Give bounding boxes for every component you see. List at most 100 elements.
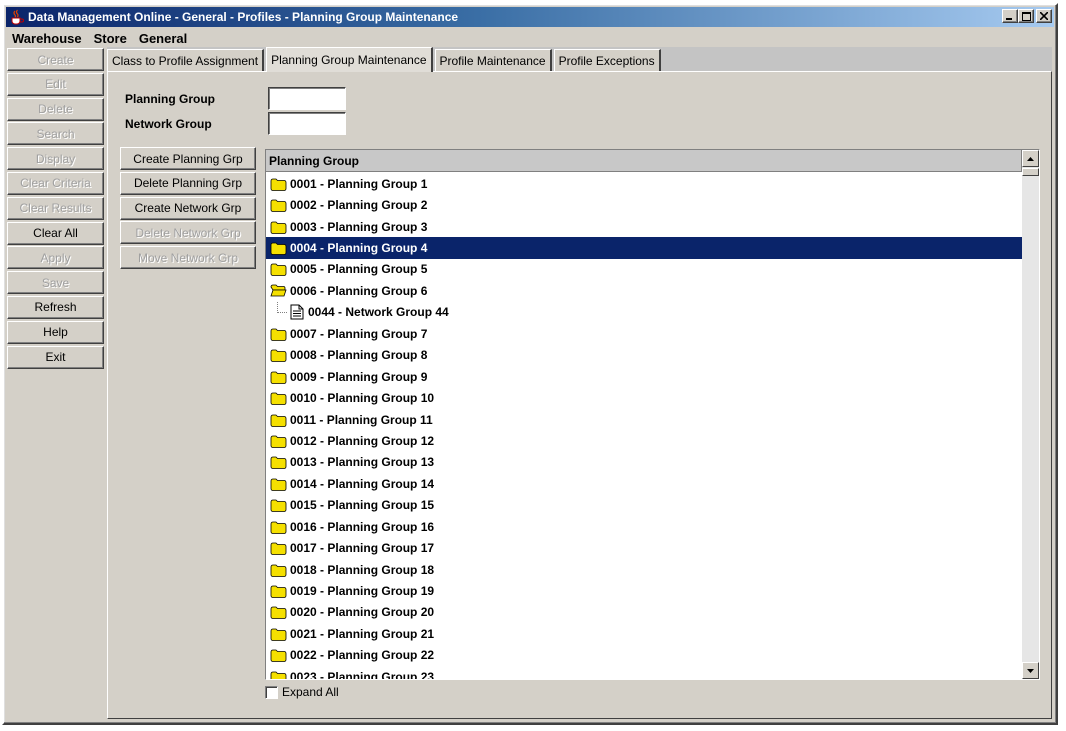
tree-item-planning-group[interactable]: 0023 - Planning Group 23 xyxy=(266,666,1022,679)
tree-item-planning-group[interactable]: 0018 - Planning Group 18 xyxy=(266,559,1022,580)
menu-store[interactable]: Store xyxy=(88,31,133,46)
window-title: Data Management Online - General - Profi… xyxy=(28,10,459,24)
folder-icon xyxy=(270,264,287,277)
tab-class-to-profile-assignment[interactable]: Class to Profile Assignment xyxy=(107,49,265,72)
tree-item-label: 0002 - Planning Group 2 xyxy=(290,198,428,213)
expand-all-checkbox[interactable] xyxy=(265,685,278,699)
tree-item-label: 0018 - Planning Group 18 xyxy=(290,562,435,577)
folder-icon xyxy=(270,499,287,513)
maximize-icon xyxy=(1021,11,1031,21)
folder-icon xyxy=(270,478,287,491)
tree-item-planning-group[interactable]: 0005 - Planning Group 5 xyxy=(266,259,1022,280)
apply-button[interactable]: Apply xyxy=(7,246,104,270)
tree-item-planning-group[interactable]: 0014 - Planning Group 14 xyxy=(266,473,1022,494)
tree-item-planning-group[interactable]: 0006 - Planning Group 6 xyxy=(266,280,1022,301)
create-planning-grp-button[interactable]: Create Planning Grp xyxy=(120,147,256,170)
folder-icon xyxy=(270,392,287,405)
tab-planning-group-maintenance[interactable]: Planning Group Maintenance xyxy=(266,47,433,72)
vertical-scrollbar[interactable] xyxy=(1022,150,1039,679)
folder-icon xyxy=(270,607,287,620)
menu-bar: Warehouse Store General xyxy=(6,28,1054,48)
tree-item-planning-group[interactable]: 0002 - Planning Group 2 xyxy=(266,194,1022,215)
clear-all-button[interactable]: Clear All xyxy=(7,221,104,245)
create-button[interactable]: Create xyxy=(7,48,104,71)
tree-item-label: 0006 - Planning Group 6 xyxy=(290,283,428,298)
folder-icon xyxy=(270,671,287,679)
tree-item-planning-group[interactable]: 0001 - Planning Group 1 xyxy=(266,173,1022,194)
tree-item-planning-group[interactable]: 0004 - Planning Group 4 xyxy=(266,237,1022,259)
tree-item-label: 0019 - Planning Group 19 xyxy=(290,584,435,599)
tree-item-planning-group[interactable]: 0020 - Planning Group 20 xyxy=(266,602,1022,623)
move-network-grp-button[interactable]: Move Network Grp xyxy=(120,246,256,270)
tab-profile-maintenance[interactable]: Profile Maintenance xyxy=(434,49,552,72)
folder-icon xyxy=(270,371,287,384)
arrow-up-icon xyxy=(1027,156,1034,161)
planning-group-input[interactable] xyxy=(268,87,346,110)
tree-header[interactable]: Planning Group xyxy=(266,150,1022,172)
tree-item-planning-group[interactable]: 0009 - Planning Group 9 xyxy=(266,366,1022,387)
tree-item-label: 0011 - Planning Group 11 xyxy=(290,412,433,427)
window-controls xyxy=(1002,9,1052,23)
delete-planning-grp-button[interactable]: Delete Planning Grp xyxy=(120,171,256,195)
display-button[interactable]: Display xyxy=(7,147,104,171)
delete-network-grp-button[interactable]: Delete Network Grp xyxy=(120,221,256,245)
edit-button[interactable]: Edit xyxy=(7,72,104,96)
tree-item-label: 0012 - Planning Group 12 xyxy=(290,433,435,448)
search-button[interactable]: Search xyxy=(7,122,104,146)
tree-item-planning-group[interactable]: 0012 - Planning Group 12 xyxy=(266,430,1022,451)
arrow-down-icon xyxy=(1027,668,1034,673)
help-button[interactable]: Help xyxy=(7,320,104,344)
command-panel: Create Edit Delete Search Display Clear … xyxy=(7,48,104,370)
menu-general[interactable]: General xyxy=(133,31,193,46)
clear-criteria-button[interactable]: Clear Criteria xyxy=(7,171,104,195)
network-group-input[interactable] xyxy=(268,112,346,135)
minimize-button[interactable] xyxy=(1002,9,1018,23)
folder-icon xyxy=(270,178,287,191)
exit-button[interactable]: Exit xyxy=(7,345,104,369)
folder-icon xyxy=(270,242,287,255)
refresh-button[interactable]: Refresh xyxy=(7,295,104,319)
expand-all-option[interactable]: Expand All xyxy=(265,685,339,699)
delete-button[interactable]: Delete xyxy=(7,97,104,121)
scroll-down-button[interactable] xyxy=(1022,662,1039,679)
tree-item-planning-group[interactable]: 0015 - Planning Group 15 xyxy=(266,495,1022,516)
menu-warehouse[interactable]: Warehouse xyxy=(6,31,88,46)
folder-icon xyxy=(270,542,287,556)
tree-item-planning-group[interactable]: 0008 - Planning Group 8 xyxy=(266,345,1022,366)
folder-icon xyxy=(270,349,287,363)
network-group-label: Network Group xyxy=(125,117,212,131)
folder-icon xyxy=(270,649,287,663)
tree-item-label: 0001 - Planning Group 1 xyxy=(290,176,428,191)
folder-icon xyxy=(270,414,287,427)
scroll-thumb[interactable] xyxy=(1022,168,1039,176)
tab-profile-exceptions[interactable]: Profile Exceptions xyxy=(553,49,661,72)
save-button[interactable]: Save xyxy=(7,271,104,295)
close-button[interactable] xyxy=(1036,9,1052,23)
tree-item-planning-group[interactable]: 0010 - Planning Group 10 xyxy=(266,387,1022,408)
tree-item-planning-group[interactable]: 0007 - Planning Group 7 xyxy=(266,323,1022,344)
tree-item-label: 0023 - Planning Group 23 xyxy=(290,669,435,679)
tree-item-planning-group[interactable]: 0022 - Planning Group 22 xyxy=(266,645,1022,666)
tree-item-label: 0022 - Planning Group 22 xyxy=(290,648,435,663)
maximize-button[interactable] xyxy=(1018,9,1034,23)
create-network-grp-button[interactable]: Create Network Grp xyxy=(120,196,256,220)
clear-results-button[interactable]: Clear Results xyxy=(7,196,104,220)
tree-item-planning-group[interactable]: 0017 - Planning Group 17 xyxy=(266,537,1022,558)
scroll-up-button[interactable] xyxy=(1022,150,1039,167)
folder-icon xyxy=(270,628,287,641)
java-cup-icon xyxy=(11,9,24,25)
tab-bar: Class to Profile Assignment Planning Gro… xyxy=(107,47,663,72)
tree-item-planning-group[interactable]: 0013 - Planning Group 13 xyxy=(266,452,1022,473)
tree-item-planning-group[interactable]: 0003 - Planning Group 3 xyxy=(266,216,1022,237)
title-bar[interactable]: Data Management Online - General - Profi… xyxy=(6,7,1054,27)
tree-item-label: 0015 - Planning Group 15 xyxy=(290,498,435,513)
tree-item-planning-group[interactable]: 0021 - Planning Group 21 xyxy=(266,623,1022,644)
tree-item-planning-group[interactable]: 0011 - Planning Group 11 xyxy=(266,409,1022,430)
expand-all-label: Expand All xyxy=(282,685,339,699)
tree-item-planning-group[interactable]: 0016 - Planning Group 16 xyxy=(266,516,1022,537)
tree-item-planning-group[interactable]: 0019 - Planning Group 19 xyxy=(266,580,1022,601)
tree-item-label: 0009 - Planning Group 9 xyxy=(290,369,428,384)
tree-item-network-group[interactable]: 0044 - Network Group 44 xyxy=(266,302,1022,323)
folder-icon xyxy=(270,221,287,234)
tree-item-label: 0016 - Planning Group 16 xyxy=(290,519,435,534)
